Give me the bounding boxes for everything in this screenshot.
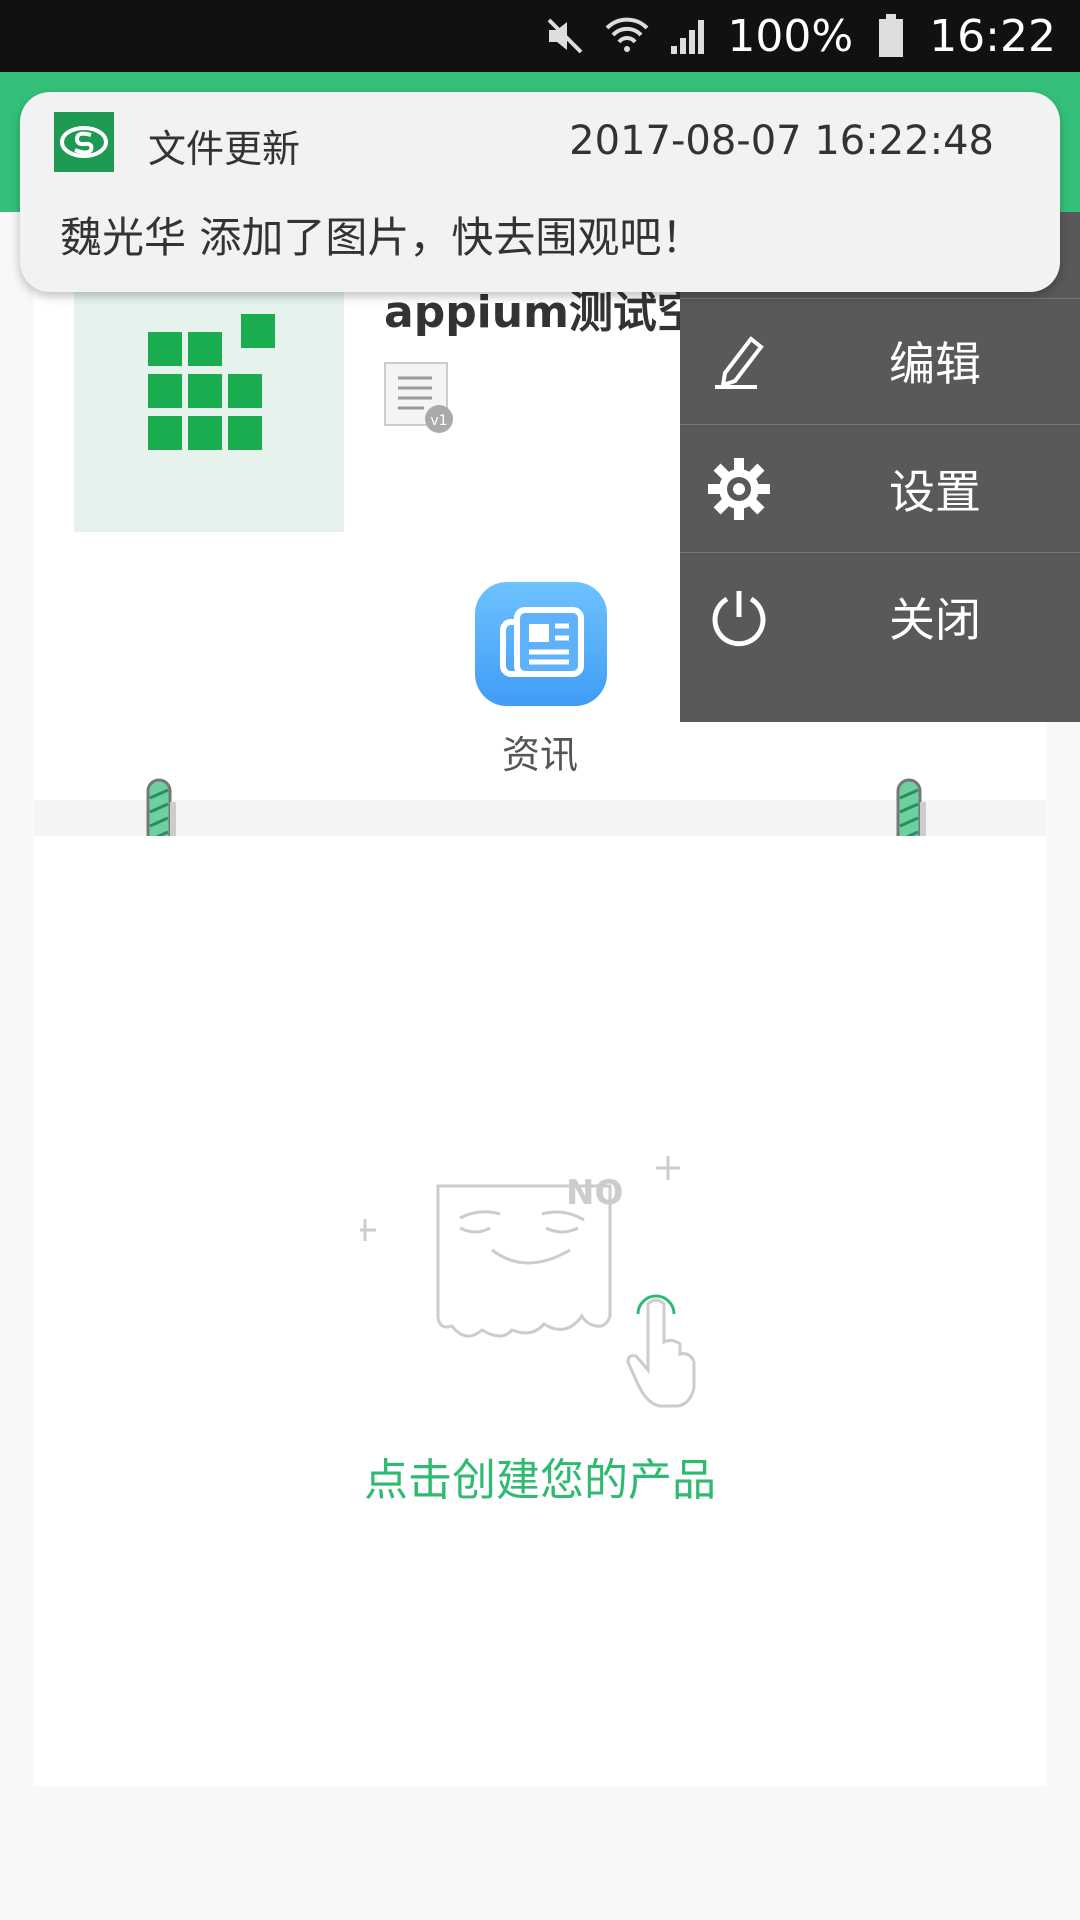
menu-item-edit[interactable]: 编辑: [680, 298, 1080, 425]
menu-item-label: 设置: [889, 465, 981, 519]
signal-icon: [665, 12, 713, 60]
notification-time: 2017-08-07 16:22:48: [569, 118, 994, 164]
news-label: 资讯: [501, 733, 578, 777]
battery-icon: [867, 12, 915, 60]
version-badge: v1: [430, 413, 447, 429]
power-icon: [706, 584, 772, 650]
document-version-icon[interactable]: v1: [384, 362, 454, 434]
menu-item-settings[interactable]: 设置: [680, 426, 1080, 553]
battery-percent: 100%: [727, 10, 854, 62]
news-icon: [500, 607, 584, 677]
menu-item-label: 编辑: [889, 337, 981, 391]
pencil-icon: [706, 328, 772, 394]
notification-message: 魏光华 添加了图片，快去围观吧！: [60, 213, 704, 262]
status-bar: 100% 16:22: [0, 0, 1080, 72]
gear-icon: [706, 456, 772, 522]
status-icons: 100% 16:22: [541, 0, 1056, 72]
menu-item-close[interactable]: 关闭: [680, 554, 1080, 680]
news-button[interactable]: [475, 582, 607, 706]
empty-badge: NO: [566, 1173, 623, 1213]
status-time: 16:22: [929, 10, 1056, 62]
app-logo-icon: [54, 112, 114, 172]
wifi-icon: [603, 12, 651, 60]
notification-card[interactable]: 文件更新 2017-08-07 16:22:48 魏光华 添加了图片，快去围观吧…: [20, 92, 1060, 292]
menu-item-label: 关闭: [889, 593, 981, 647]
create-product-link[interactable]: 点击创建您的产品: [340, 1444, 740, 1508]
mute-icon: [541, 12, 589, 60]
notification-app-name: 文件更新: [148, 127, 301, 171]
empty-state-illustration[interactable]: NO: [354, 1148, 720, 1408]
project-grid-icon[interactable]: [74, 280, 344, 532]
